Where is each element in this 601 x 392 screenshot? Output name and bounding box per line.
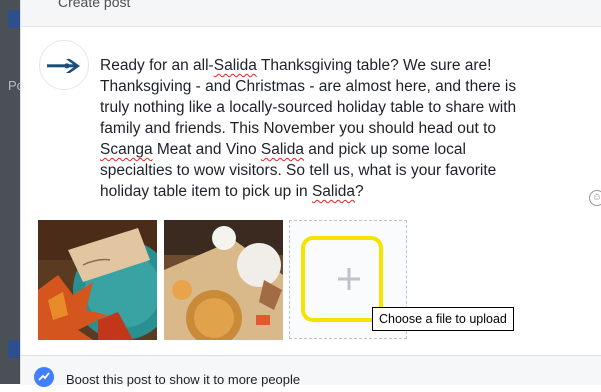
boost-post-label[interactable]: Boost this post to show it to more peopl… <box>66 372 300 387</box>
misspelled-word: Salida <box>260 141 304 158</box>
post-text-segment: Meat and Vino <box>152 141 261 158</box>
post-text-segment: Thanksgiving - and Christmas - are almos… <box>100 78 517 95</box>
background-nav-accent <box>8 340 20 358</box>
post-text-segment: truly nothing like a locally-sourced hol… <box>100 99 517 116</box>
plus-icon <box>338 268 360 290</box>
post-text-line: Thanksgiving - and Christmas - are almos… <box>100 76 550 97</box>
post-text-segment: specialties to wow visitors. So tell us,… <box>100 162 497 179</box>
emoji-icon[interactable]: ☺ <box>589 190 601 206</box>
post-text-line: family and friends. This November you sh… <box>100 118 550 139</box>
post-text-segment: and pick up some local <box>303 141 466 158</box>
post-text-line: Ready for an all-Salida Thanksgiving tab… <box>100 55 550 76</box>
page-avatar[interactable] <box>39 40 89 90</box>
post-text-segment: Ready for an all- <box>100 57 214 74</box>
post-text-segment: Thanksgiving table? We sure are! <box>256 57 492 74</box>
post-text-segment: family and friends. This November you sh… <box>100 120 497 137</box>
post-text-segment: ? <box>355 183 364 200</box>
post-message-input[interactable]: Ready for an all-Salida Thanksgiving tab… <box>100 55 550 202</box>
composer-footer: Boost this post to show it to more peopl… <box>21 355 601 387</box>
photo-thumbnail[interactable] <box>38 220 157 340</box>
boost-icon[interactable] <box>34 367 54 387</box>
photo-thumbnail[interactable] <box>164 220 283 340</box>
post-text-line: truly nothing like a locally-sourced hol… <box>100 97 550 118</box>
post-text-line: Scanga Meat and Vino Salida and pick up … <box>100 139 550 160</box>
create-post-composer: Create post Ready for an all-Salida Than… <box>20 0 601 387</box>
photo-thanksgiving-pie-icon <box>164 220 283 340</box>
arrow-logo-icon <box>45 46 80 84</box>
photo-autumn-placecard-icon <box>38 220 157 340</box>
post-text-segment: holiday table item to pick up in <box>100 183 312 200</box>
misspelled-word: Salida <box>213 57 257 74</box>
post-text-line: specialties to wow visitors. So tell us,… <box>100 160 550 181</box>
background-nav-accent <box>8 10 20 28</box>
misspelled-word: Scanga <box>100 141 153 158</box>
composer-title: Create post <box>58 0 131 10</box>
upload-tooltip: Choose a file to upload <box>372 307 514 331</box>
misspelled-word: Salida <box>311 183 356 200</box>
composer-header: Create post <box>21 0 601 27</box>
post-text-line: holiday table item to pick up in Salida? <box>100 181 550 202</box>
background-page: Po <box>0 0 24 384</box>
